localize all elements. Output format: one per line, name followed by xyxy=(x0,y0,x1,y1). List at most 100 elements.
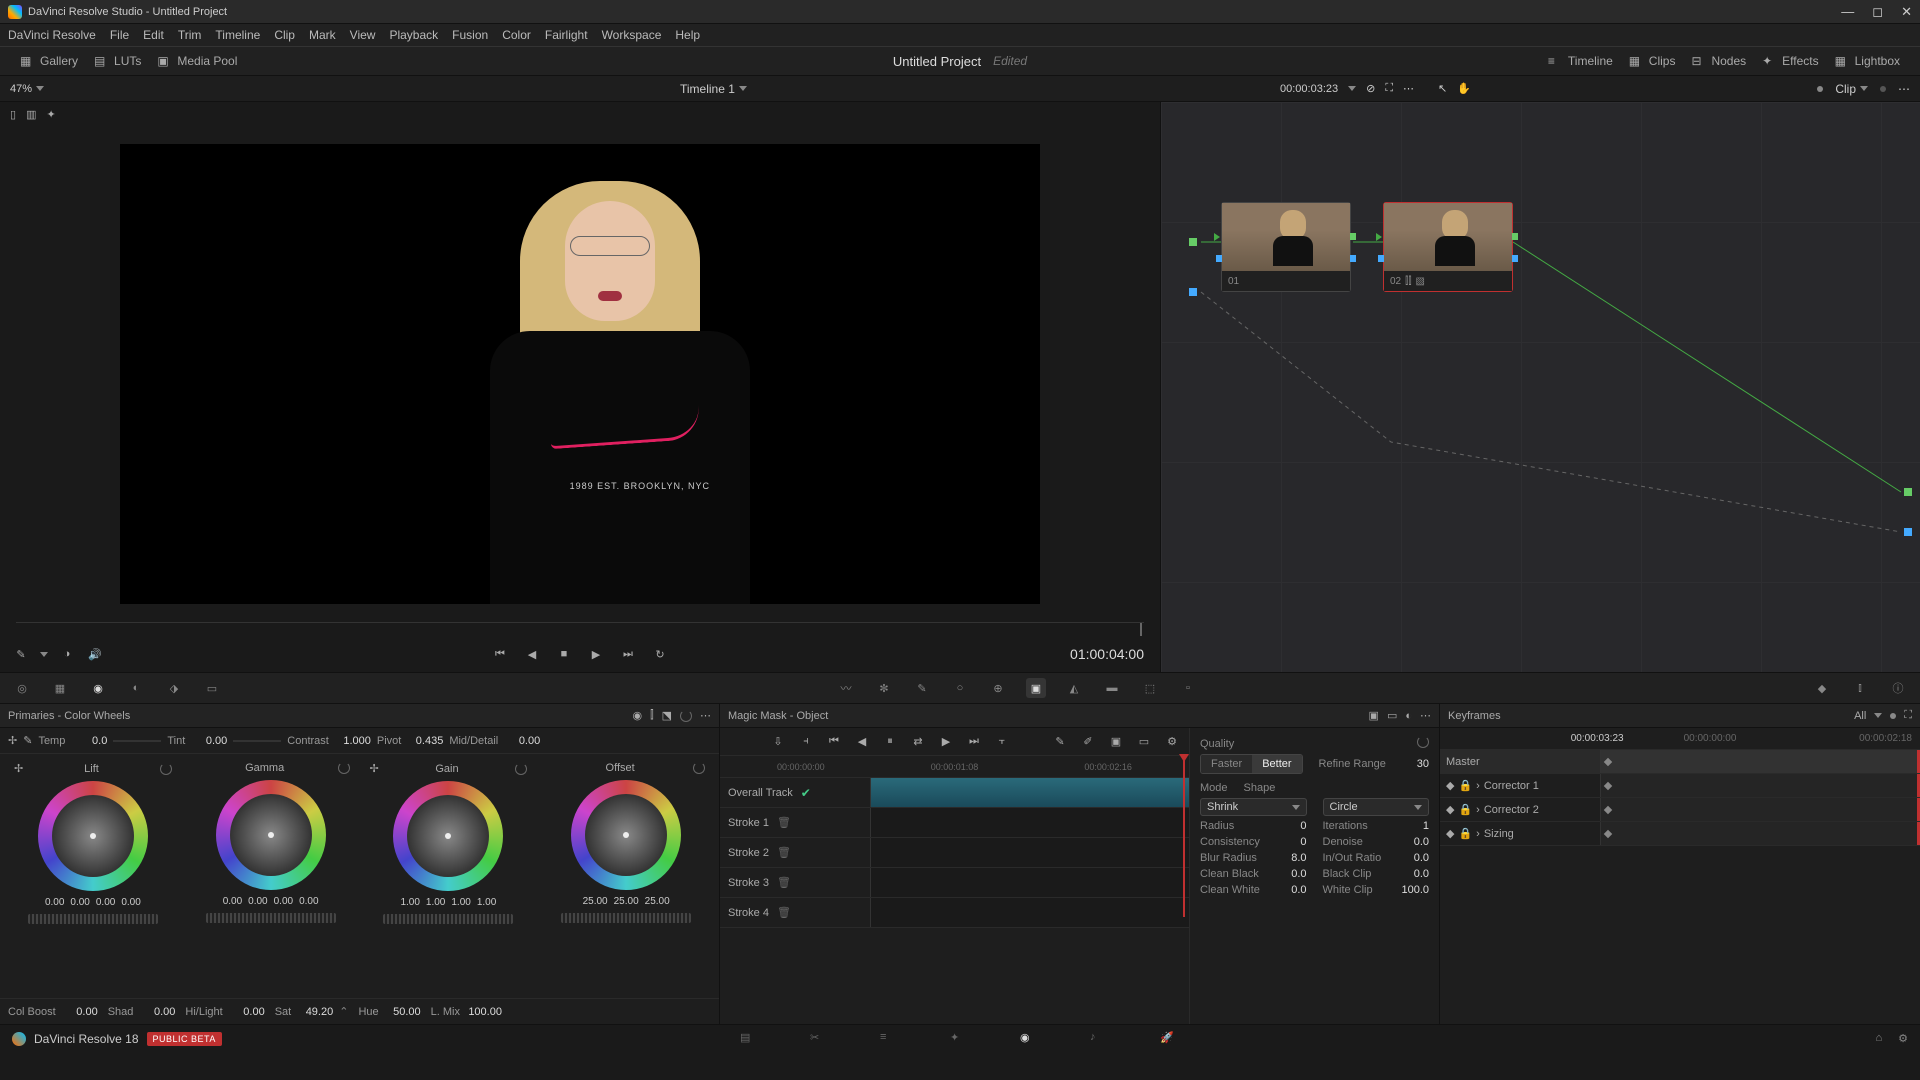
white-clip-field[interactable]: White Clip100.0 xyxy=(1323,884,1430,896)
audio-icon[interactable]: 🔊 xyxy=(86,645,104,663)
transport-timecode[interactable]: 01:00:04:00 xyxy=(1070,646,1144,662)
nodes-button[interactable]: ⊟Nodes xyxy=(1683,51,1754,71)
trash-icon[interactable]: 🗑 xyxy=(777,816,791,829)
media-page-icon[interactable]: ▤ xyxy=(740,1031,760,1047)
pivot-field[interactable]: Pivot0.435 xyxy=(377,735,443,747)
more-icon[interactable]: ⋯ xyxy=(1403,82,1414,95)
more-icon[interactable]: ⋯ xyxy=(1420,709,1431,722)
menu-edit[interactable]: Edit xyxy=(143,28,164,42)
more-icon[interactable]: ⋯ xyxy=(1898,82,1910,96)
expand-icon[interactable]: ⛶ xyxy=(1904,709,1912,722)
quality-toggle[interactable]: FasterBetter xyxy=(1200,754,1303,774)
more-icon[interactable]: ⋯ xyxy=(700,709,711,722)
minimize-button[interactable]: — xyxy=(1841,4,1854,20)
color-page-icon[interactable]: ◉ xyxy=(1020,1031,1040,1047)
lock-icon[interactable]: 🔒 xyxy=(1458,827,1472,840)
reset-icon[interactable] xyxy=(160,763,172,775)
next-button[interactable]: ⏭ xyxy=(619,645,637,663)
lightbox-button[interactable]: ▦Lightbox xyxy=(1827,51,1908,71)
timeline-button[interactable]: ≡Timeline xyxy=(1540,51,1621,71)
stroke-4-row[interactable]: Stroke 4🗑 xyxy=(720,898,1189,928)
track-fwd-icon[interactable]: ▶ xyxy=(937,733,955,751)
menu-fusion[interactable]: Fusion xyxy=(452,28,488,42)
temp-field[interactable]: Temp0.0 xyxy=(38,735,161,747)
gamma-values[interactable]: 0.000.000.000.00 xyxy=(223,896,319,907)
black-clip-field[interactable]: Black Clip0.0 xyxy=(1323,868,1430,880)
middetail-field[interactable]: Mid/Detail0.00 xyxy=(449,735,540,747)
split-icon[interactable]: ▥ xyxy=(26,108,36,121)
key-icon[interactable]: ▬ xyxy=(1102,678,1122,698)
contrast-field[interactable]: Contrast1.000 xyxy=(287,735,371,747)
blur-radius-field[interactable]: Blur Radius8.0 xyxy=(1200,852,1307,864)
hand-icon[interactable]: ✋ xyxy=(1457,82,1471,95)
luts-button[interactable]: ▤LUTs xyxy=(86,51,149,71)
hilight-field[interactable]: Hi/Light0.00 xyxy=(185,1006,264,1018)
colboost-field[interactable]: Col Boost0.00 xyxy=(8,1006,98,1018)
effects-button[interactable]: ✦Effects xyxy=(1754,51,1826,71)
node-graph[interactable]: 01 02⫿⫿▧ xyxy=(1160,102,1920,672)
stroke-2-row[interactable]: Stroke 2🗑 xyxy=(720,838,1189,868)
expand-icon[interactable]: ⛶ xyxy=(1385,82,1393,95)
first-frame-button[interactable]: ⏮ xyxy=(491,645,509,663)
cut-page-icon[interactable]: ✂ xyxy=(810,1031,830,1047)
track-one-rev-icon[interactable]: ⫞ xyxy=(797,733,815,751)
fusion-page-icon[interactable]: ✦ xyxy=(950,1031,970,1047)
hdr-icon[interactable]: ◐ xyxy=(126,678,146,698)
menu-davinci[interactable]: DaVinci Resolve xyxy=(8,28,96,42)
show-paint-icon[interactable]: ▭ xyxy=(1135,733,1153,751)
magicmask-icon[interactable]: ▣ xyxy=(1026,678,1046,698)
gamma-jog[interactable] xyxy=(206,913,336,923)
stroke-3-row[interactable]: Stroke 3🗑 xyxy=(720,868,1189,898)
stop-button[interactable]: ■ xyxy=(555,645,573,663)
refine-range-field[interactable]: Refine Range30 xyxy=(1319,754,1429,774)
fairlight-page-icon[interactable]: ♪ xyxy=(1090,1031,1110,1047)
pointer-icon[interactable]: ↖ xyxy=(1438,82,1447,95)
overlay-icon[interactable]: ▭ xyxy=(1387,709,1397,722)
clips-button[interactable]: ▦Clips xyxy=(1621,51,1684,71)
gain-values[interactable]: 1.001.001.001.00 xyxy=(400,897,496,908)
timeline-select[interactable]: Timeline 1 xyxy=(680,82,747,96)
diamond-icon[interactable]: ◆ xyxy=(1446,803,1454,816)
info-icon[interactable]: ⓘ xyxy=(1888,678,1908,698)
pause-icon[interactable]: ⏸ xyxy=(881,733,899,751)
settings-icon[interactable]: ⚙ xyxy=(1163,733,1181,751)
viewer-timecode[interactable]: 00:00:03:23 xyxy=(1280,83,1338,95)
menu-timeline[interactable]: Timeline xyxy=(215,28,260,42)
first-icon[interactable]: ⏮ xyxy=(825,733,843,751)
black-point-icon[interactable]: ✢ xyxy=(14,762,23,775)
menu-color[interactable]: Color xyxy=(502,28,531,42)
warper-icon[interactable]: ✼ xyxy=(874,678,894,698)
node-01[interactable]: 01 xyxy=(1221,202,1351,292)
chevron-down-icon[interactable] xyxy=(1348,86,1356,91)
menu-file[interactable]: File xyxy=(110,28,129,42)
mask-playhead[interactable] xyxy=(1183,756,1185,917)
menu-workspace[interactable]: Workspace xyxy=(602,28,662,42)
inout-ratio-field[interactable]: In/Out Ratio0.0 xyxy=(1323,852,1430,864)
qualifier-icon[interactable]: ✎ xyxy=(912,678,932,698)
deliver-page-icon[interactable]: 🚀 xyxy=(1160,1031,1180,1047)
track-one-fwd-icon[interactable]: ⫟ xyxy=(993,733,1011,751)
bypass-icon[interactable]: ⊘ xyxy=(1366,82,1375,95)
tint-field[interactable]: Tint0.00 xyxy=(167,735,281,747)
blur-icon[interactable]: ◭ xyxy=(1064,678,1084,698)
invert-icon[interactable]: ◐ xyxy=(1405,710,1412,722)
rgb-mixer-icon[interactable]: ⬗ xyxy=(164,678,184,698)
shape-select[interactable]: Circle xyxy=(1323,798,1430,816)
tracker-icon[interactable]: ⊕ xyxy=(988,678,1008,698)
viewer-canvas[interactable]: 1989 EST. BROOKLYN, NYC xyxy=(120,144,1040,604)
reset-icon[interactable] xyxy=(515,763,527,775)
menu-fairlight[interactable]: Fairlight xyxy=(545,28,588,42)
scopes-icon[interactable]: ⫾ xyxy=(1850,678,1870,698)
sizing-icon[interactable]: ⬚ xyxy=(1140,678,1160,698)
menu-playback[interactable]: Playback xyxy=(389,28,438,42)
kf-corrector1-row[interactable]: ◆🔒›Corrector 1 xyxy=(1440,774,1920,798)
consistency-field[interactable]: Consistency0 xyxy=(1200,836,1307,848)
gamma-wheel[interactable] xyxy=(216,780,326,890)
lmix-field[interactable]: L. Mix100.00 xyxy=(431,1006,502,1018)
offset-wheel[interactable] xyxy=(571,780,681,890)
offset-values[interactable]: 25.0025.0025.00 xyxy=(583,896,670,907)
kf-sizing-row[interactable]: ◆🔒›Sizing xyxy=(1440,822,1920,846)
scrub-bar[interactable] xyxy=(16,622,1144,636)
camera-raw-icon[interactable]: ◎ xyxy=(12,678,32,698)
mask-toggle-icon[interactable]: ▣ xyxy=(1369,709,1379,722)
